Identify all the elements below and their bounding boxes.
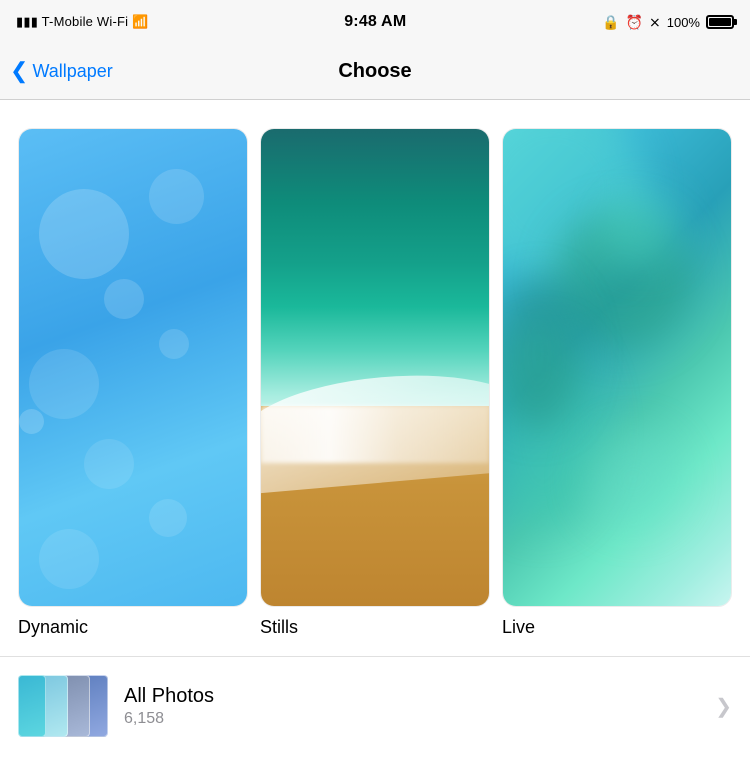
alarm-icon: ⏰	[626, 14, 643, 31]
bokeh-9	[39, 529, 99, 589]
bokeh-2	[149, 169, 204, 224]
wallpaper-item-stills[interactable]: Stills	[260, 128, 490, 638]
lock-icon: 🔒	[602, 14, 619, 31]
chevron-right-icon: ❯	[715, 694, 732, 719]
stills-label: Stills	[260, 617, 298, 638]
photos-thumbnail-group	[18, 675, 106, 737]
wallpaper-grid: Dynamic Stills	[0, 100, 750, 648]
bokeh-1	[39, 189, 129, 279]
smoke-6	[603, 189, 683, 269]
main-content: Dynamic Stills	[0, 100, 750, 755]
bokeh-3	[104, 279, 144, 319]
bokeh-8	[149, 499, 187, 537]
all-photos-info: All Photos 6,158	[124, 685, 697, 728]
bokeh-4	[29, 349, 99, 419]
bluetooth-icon: ⨯	[649, 14, 661, 31]
status-bar: ▮▮▮ T-Mobile Wi-Fi 📶 9:48 AM 🔒 ⏰ ⨯ 100%	[0, 0, 750, 44]
back-chevron-icon: ❮	[10, 60, 28, 82]
dynamic-label: Dynamic	[18, 617, 88, 638]
stills-thumbnail[interactable]	[260, 128, 490, 607]
all-photos-count: 6,158	[124, 710, 697, 728]
bokeh-5	[159, 329, 189, 359]
page-title: Choose	[338, 60, 411, 83]
live-thumbnail[interactable]	[502, 128, 732, 607]
back-button[interactable]: ❮ Wallpaper	[10, 61, 113, 82]
nav-bar: ❮ Wallpaper Choose	[0, 44, 750, 100]
live-bg	[503, 129, 731, 606]
dynamic-thumbnail[interactable]	[18, 128, 248, 607]
all-photos-row[interactable]: All Photos 6,158 ❯	[0, 657, 750, 755]
stills-bg	[261, 129, 489, 606]
status-right: 🔒 ⏰ ⨯ 100%	[602, 14, 734, 31]
battery-icon	[706, 15, 734, 29]
bokeh-6	[84, 439, 134, 489]
dynamic-bg	[19, 129, 247, 606]
bokeh-7	[19, 409, 44, 434]
photo-thumb-1	[18, 675, 46, 737]
live-label: Live	[502, 617, 535, 638]
back-label: Wallpaper	[32, 61, 112, 82]
battery-label: 100%	[667, 15, 700, 30]
smoke-4	[583, 429, 683, 529]
status-left: ▮▮▮ T-Mobile Wi-Fi 📶	[16, 14, 148, 30]
all-photos-title: All Photos	[124, 685, 697, 708]
wallpaper-item-dynamic[interactable]: Dynamic	[18, 128, 248, 638]
status-time: 9:48 AM	[344, 13, 406, 31]
wallpaper-item-live[interactable]: Live	[502, 128, 732, 638]
